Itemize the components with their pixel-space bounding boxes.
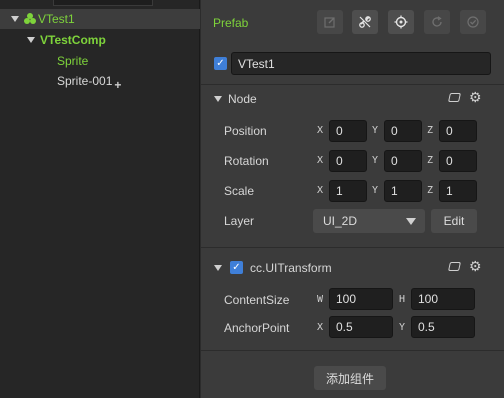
node-name-input[interactable]: VTest1	[231, 52, 491, 75]
prefab-node-icon	[24, 13, 36, 25]
hierarchy-item-vtestcomp[interactable]: VTestComp	[0, 30, 200, 50]
gear-icon[interactable]: ⚙	[469, 90, 482, 104]
hierarchy-item-label: VTest1	[38, 12, 75, 26]
hierarchy-item-label: Sprite	[57, 54, 89, 68]
rotation-y-input[interactable]: 0	[384, 150, 422, 172]
content-size-height-input[interactable]: 100	[411, 288, 475, 310]
anchor-point-y-input[interactable]: 0.5	[411, 316, 475, 338]
layer-select[interactable]: UI_2D	[313, 209, 425, 233]
layer-select-value: UI_2D	[323, 214, 358, 228]
axis-x-label: X	[317, 125, 324, 136]
rotation-x-input[interactable]: 0	[329, 150, 367, 172]
apply-prefab-button[interactable]	[460, 10, 486, 34]
add-cursor-icon: +	[114, 78, 122, 92]
help-book-icon[interactable]	[448, 262, 461, 271]
scale-y-input[interactable]: 1	[384, 180, 422, 202]
locate-prefab-button[interactable]	[388, 10, 414, 34]
axis-w-label: W	[317, 294, 324, 305]
hierarchy-item-label: VTestComp	[40, 33, 106, 47]
rotation-label: Rotation	[224, 154, 269, 168]
axis-z-label: Z	[427, 185, 434, 196]
position-x-input[interactable]: 0	[329, 120, 367, 142]
hierarchy-search-box[interactable]	[53, 0, 153, 6]
hierarchy-item-label: Sprite-001	[57, 74, 113, 88]
hierarchy-item-sprite[interactable]: Sprite	[0, 51, 200, 71]
axis-x-label: X	[317, 185, 324, 196]
uitransform-enabled-checkbox[interactable]: ✓	[230, 261, 243, 274]
divider	[201, 247, 504, 248]
layer-label: Layer	[224, 214, 255, 228]
axis-y-label: Y	[372, 185, 379, 196]
add-component-button[interactable]: 添加组件	[314, 366, 386, 390]
axis-z-label: Z	[427, 125, 434, 136]
prefab-label: Prefab	[213, 16, 249, 30]
edit-icon	[324, 17, 335, 28]
axis-y-label: Y	[399, 322, 406, 333]
revert-prefab-button[interactable]	[424, 10, 450, 34]
collapse-arrow-icon[interactable]	[214, 96, 222, 102]
collapse-arrow-icon[interactable]	[214, 265, 222, 271]
uitransform-section-title: cc.UITransform	[250, 261, 332, 275]
content-size-width-input[interactable]: 100	[329, 288, 393, 310]
scale-label: Scale	[224, 184, 255, 198]
hierarchy-panel: VTest1 VTestComp Sprite Sprite-001 +	[0, 0, 200, 398]
edit-prefab-button[interactable]	[317, 10, 343, 34]
apply-icon	[467, 16, 479, 28]
locate-icon	[394, 15, 408, 29]
axis-y-label: Y	[372, 125, 379, 136]
axis-y-label: Y	[372, 155, 379, 166]
node-active-checkbox[interactable]: ✓	[214, 57, 227, 70]
rotation-z-input[interactable]: 0	[439, 150, 477, 172]
revert-icon	[432, 16, 442, 27]
divider	[201, 350, 504, 351]
axis-z-label: Z	[427, 155, 434, 166]
expand-arrow-icon[interactable]	[27, 37, 35, 43]
node-section-title: Node	[228, 92, 257, 106]
anchor-point-label: AnchorPoint	[224, 321, 290, 335]
dropdown-arrow-icon	[406, 218, 416, 225]
position-label: Position	[224, 124, 267, 138]
layer-edit-button[interactable]: Edit	[431, 209, 477, 233]
scale-z-input[interactable]: 1	[439, 180, 477, 202]
content-size-label: ContentSize	[224, 293, 290, 307]
hierarchy-item-sprite-001[interactable]: Sprite-001 +	[0, 71, 200, 92]
position-y-input[interactable]: 0	[384, 120, 422, 142]
position-z-input[interactable]: 0	[439, 120, 477, 142]
help-book-icon[interactable]	[448, 93, 461, 102]
hierarchy-item-vtest1[interactable]: VTest1	[0, 9, 200, 29]
axis-x-label: X	[317, 322, 324, 333]
axis-h-label: H	[399, 294, 406, 305]
divider	[201, 84, 504, 85]
inspector-panel: Prefab ✓ VTest1 Node ⚙ Position X 0 Y 0 …	[201, 0, 504, 398]
gear-icon[interactable]: ⚙	[469, 259, 482, 273]
axis-x-label: X	[317, 155, 324, 166]
unlink-prefab-button[interactable]	[352, 10, 378, 34]
expand-arrow-icon[interactable]	[11, 16, 19, 22]
scale-x-input[interactable]: 1	[329, 180, 367, 202]
anchor-point-x-input[interactable]: 0.5	[329, 316, 393, 338]
unlink-icon	[359, 16, 371, 28]
